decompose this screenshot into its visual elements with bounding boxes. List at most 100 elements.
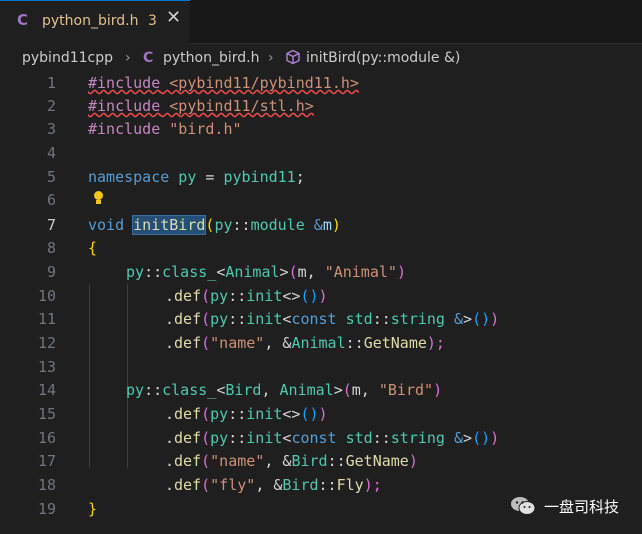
close-icon[interactable]: ✕ [166, 9, 181, 27]
code-token: pybind11 [214, 168, 296, 186]
code-token: ) [490, 429, 500, 447]
code-token: class_ [162, 263, 217, 281]
code-token: :: [144, 263, 163, 281]
code-token: () [300, 405, 319, 423]
wechat-icon [510, 496, 536, 516]
code-line[interactable]: 2 #include <pybind11/stl.h> [0, 95, 642, 118]
breadcrumb-file[interactable]: python_bird.h [163, 50, 259, 66]
code-token: & [304, 216, 323, 234]
code-line[interactable]: 10 .def(py::init<>()) [0, 285, 642, 308]
watermark-text: 一盘司科技 [544, 497, 620, 516]
breadcrumb: pybind11cpp › C python_bird.h › initBird… [0, 44, 642, 72]
selected-token[interactable]: initBird [132, 215, 207, 235]
line-number: 2 [46, 97, 56, 115]
code-token: m, [351, 381, 379, 399]
code-token: Animal [279, 381, 334, 399]
code-line[interactable]: 9 py::class_<Animal>(m, "Animal") [0, 261, 642, 284]
code-token: ( [201, 429, 211, 447]
code-token: const [291, 310, 337, 328]
code-token: ) [318, 287, 328, 305]
code-token: ( [342, 381, 352, 399]
breadcrumb-symbol[interactable]: initBird(py::module &) [306, 50, 460, 66]
code-token: ( [201, 310, 211, 328]
code-token: "Animal" [324, 263, 397, 281]
code-token: ); [426, 334, 445, 352]
code-token: def [174, 429, 202, 447]
code-token: ( [288, 263, 298, 281]
code-line[interactable]: 15 .def(py::init<>()) [0, 403, 642, 426]
code-token: ( [201, 452, 211, 470]
code-line[interactable]: 13 [0, 356, 642, 379]
code-token: def [174, 287, 202, 305]
code-token: const [291, 429, 337, 447]
code-token: . [165, 405, 175, 423]
problem-count-badge: 3 [148, 13, 157, 29]
code-token: ) [408, 452, 418, 470]
code-token: < [216, 263, 226, 281]
line-number: 3 [46, 120, 56, 138]
tab-title: python_bird.h [42, 13, 139, 29]
code-line[interactable]: 16 .def(py::init<const std::string &>()) [0, 427, 642, 450]
code-line[interactable]: 11 .def(py::init<const std::string &>()) [0, 308, 642, 331]
code-token: , & [255, 476, 283, 494]
code-token: ; [295, 168, 305, 186]
code-token: . [165, 334, 175, 352]
code-token: { [88, 239, 98, 257]
code-editor[interactable]: 1 #include <pybind11/pybind11.h> 2 #incl… [0, 70, 642, 534]
code-token: ) [490, 310, 500, 328]
method-cube-icon [285, 49, 301, 69]
code-token: > [279, 263, 289, 281]
code-token: :: [372, 429, 391, 447]
line-number: 7 [46, 216, 56, 234]
code-token: GetName [345, 452, 409, 470]
code-token: module [250, 216, 305, 234]
code-token: , & [264, 334, 292, 352]
c-file-icon: C [143, 50, 154, 66]
code-line[interactable]: 8 { [0, 237, 642, 260]
code-token: . [165, 429, 175, 447]
breadcrumb-folder[interactable]: pybind11cpp [22, 50, 113, 66]
code-token: ( [201, 334, 211, 352]
line-number: 4 [46, 144, 56, 162]
code-token: ) [433, 381, 443, 399]
code-token: :: [372, 310, 391, 328]
code-token: py [210, 287, 229, 305]
code-token: init [246, 287, 283, 305]
code-token: std [336, 310, 373, 328]
code-token: () [472, 429, 491, 447]
line-number: 6 [46, 191, 56, 209]
code-token: namespace [88, 168, 170, 186]
code-line[interactable]: 12 .def("name", &Animal::GetName); [0, 332, 642, 355]
code-token: m, [297, 263, 325, 281]
code-token: :: [144, 381, 163, 399]
code-token: , & [264, 452, 292, 470]
line-number: 9 [46, 263, 56, 281]
line-number: 17 [37, 452, 56, 470]
code-token: ( [201, 476, 211, 494]
line-number: 13 [37, 358, 56, 376]
code-line[interactable]: 1 #include <pybind11/pybind11.h> [0, 72, 642, 95]
code-line[interactable]: 5 namespace py = pybind11; [0, 166, 642, 189]
line-number: 14 [37, 381, 56, 399]
code-token: Bird [291, 452, 328, 470]
code-line[interactable]: 7 void initBird(py::module &m) [0, 214, 642, 237]
code-line[interactable]: 4 [0, 142, 642, 165]
code-line[interactable]: 14 py::class_<Bird, Animal>(m, "Bird") [0, 379, 642, 402]
code-token: def [174, 476, 202, 494]
line-number: 16 [37, 429, 56, 447]
code-token: "fly" [210, 476, 256, 494]
tab-python-bird-h[interactable]: C python_bird.h 3 ✕ [0, 0, 190, 44]
code-token: :: [228, 287, 247, 305]
code-token: Animal [291, 334, 346, 352]
code-line[interactable]: 17 .def("name", &Bird::GetName) [0, 450, 642, 473]
code-token: py [169, 168, 206, 186]
code-token: :: [228, 405, 247, 423]
code-token: :: [228, 310, 247, 328]
lightbulb-icon[interactable] [92, 191, 104, 205]
code-token: ) [331, 216, 341, 234]
code-token: > [333, 381, 343, 399]
code-token: py [210, 405, 229, 423]
code-token: #include [88, 120, 161, 138]
code-token: void [88, 216, 125, 234]
code-line[interactable]: 3 #include "bird.h" [0, 118, 642, 141]
